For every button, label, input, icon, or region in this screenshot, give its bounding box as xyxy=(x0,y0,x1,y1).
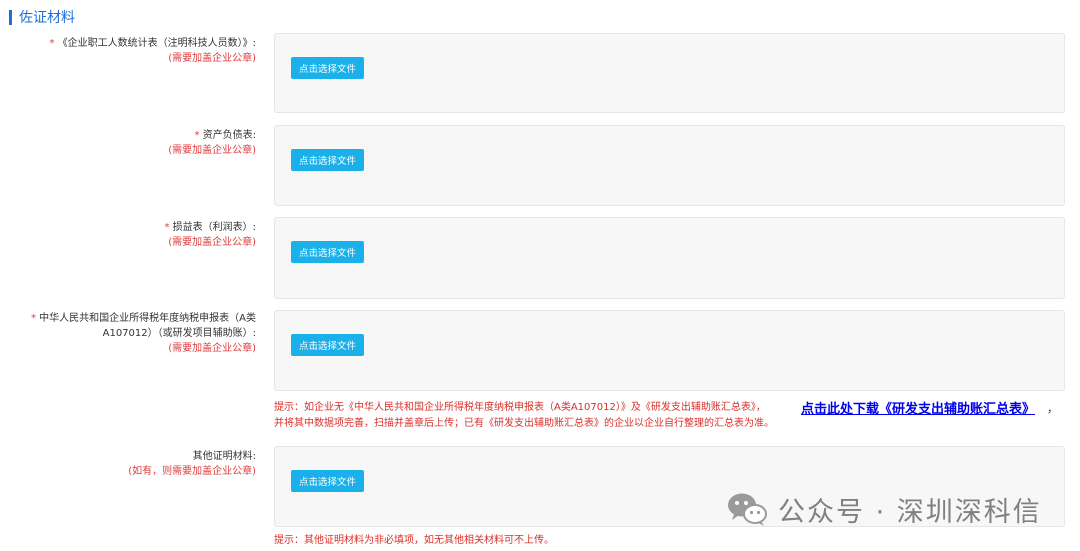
field-note: (如有，则需要加盖企业公章) xyxy=(128,466,256,477)
upload-area-balance-sheet[interactable]: 点击选择文件 xyxy=(274,125,1065,206)
choose-file-button[interactable]: 点击选择文件 xyxy=(291,334,364,356)
required-mark: * xyxy=(194,130,200,141)
upload-area-income-statement[interactable]: 点击选择文件 xyxy=(274,217,1065,299)
field-label-text-line1: 中华人民共和国企业所得税年度纳税申报表（A类 xyxy=(39,313,256,324)
wechat-icon xyxy=(728,493,767,526)
hint-line-2: 并将其中数据项完善，扫描并盖章后上传；已有《研发支出辅助账汇总表》的企业以企业自… xyxy=(274,418,774,429)
required-mark: * xyxy=(49,38,55,49)
required-mark: * xyxy=(164,222,170,233)
choose-file-button[interactable]: 点击选择文件 xyxy=(291,241,364,263)
hint-tax-return: 提示：如企业无《中华人民共和国企业所得税年度纳税申报表（A类A107012）》及… xyxy=(274,400,774,432)
field-label-text: 资产负债表: xyxy=(202,130,256,141)
field-note: (需要加盖企业公章) xyxy=(168,145,256,156)
field-label-other-materials: 其他证明材料: (如有，则需要加盖企业公章) xyxy=(128,449,256,479)
field-note: (需要加盖企业公章) xyxy=(168,53,256,64)
watermark: 公众号 · 深圳深科信 xyxy=(726,488,1042,530)
field-note: (需要加盖企业公章) xyxy=(168,343,256,354)
choose-file-button[interactable]: 点击选择文件 xyxy=(291,470,364,492)
upload-area-employee-stats[interactable]: 点击选择文件 xyxy=(274,33,1065,113)
upload-area-tax-return[interactable]: 点击选择文件 xyxy=(274,310,1065,391)
section-title: 佐证材料 xyxy=(19,10,75,26)
field-note: (需要加盖企业公章) xyxy=(168,237,256,248)
section-accent-bar xyxy=(9,9,12,25)
field-label-text: 损益表（利润表）: xyxy=(172,222,256,233)
field-label-tax-return: * 中华人民共和国企业所得税年度纳税申报表（A类 A107012）（或研发项目辅… xyxy=(31,311,256,356)
field-label-balance-sheet: * 资产负债表: (需要加盖企业公章) xyxy=(168,128,256,158)
field-label-text: 其他证明材料: xyxy=(192,451,256,462)
link-suffix: ， xyxy=(1047,402,1058,415)
required-mark: * xyxy=(30,313,36,324)
field-label-employee-stats: * 《企业职工人数统计表（注明科技人员数）》: (需要加盖企业公章) xyxy=(49,36,256,66)
hint-line-1: 提示：如企业无《中华人民共和国企业所得税年度纳税申报表（A类A107012）》及… xyxy=(274,402,766,413)
field-label-text: 《企业职工人数统计表（注明科技人员数）》: xyxy=(57,38,256,49)
watermark-text: 公众号 · 深圳深科信 xyxy=(778,496,1042,528)
section-header: 佐证材料 xyxy=(9,7,75,27)
field-label-income-statement: * 损益表（利润表）: (需要加盖企业公章) xyxy=(164,220,256,250)
hint-other-materials: 提示：其他证明材料为非必填项，如无其他相关材料可不上传。 xyxy=(274,535,554,546)
field-label-text-line2: A107012）（或研发项目辅助账）: xyxy=(102,328,256,339)
choose-file-button[interactable]: 点击选择文件 xyxy=(291,149,364,171)
download-summary-link[interactable]: 点击此处下载《研发支出辅助账汇总表》 xyxy=(801,398,1035,417)
choose-file-button[interactable]: 点击选择文件 xyxy=(291,57,364,79)
